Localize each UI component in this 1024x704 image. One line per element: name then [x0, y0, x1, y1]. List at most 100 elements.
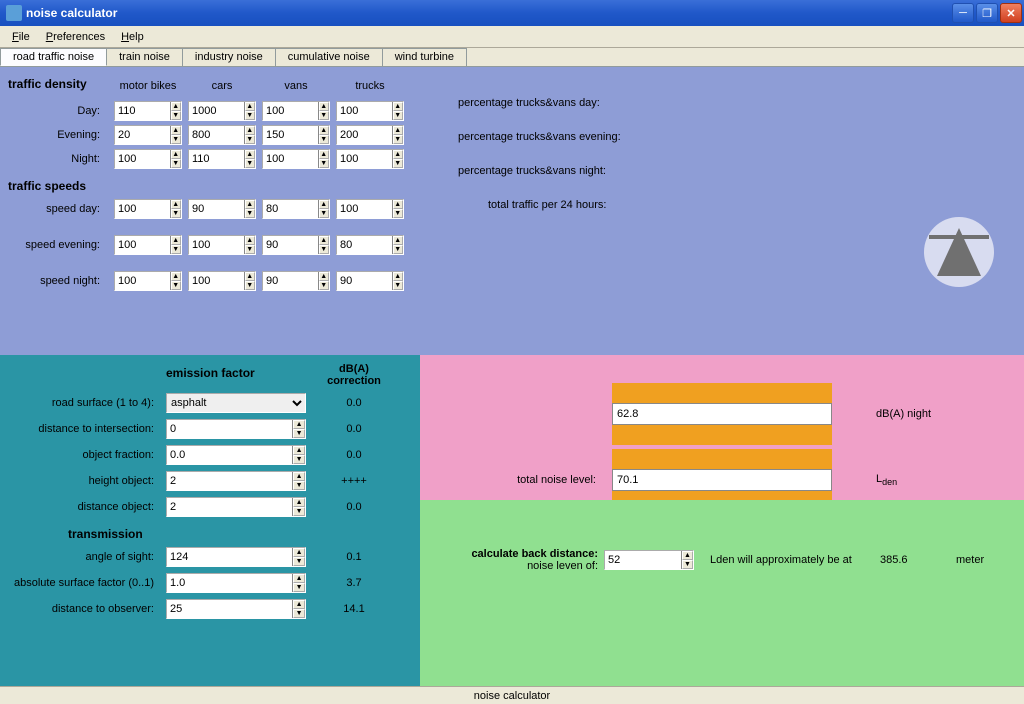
- spin-up-icon[interactable]: ▲: [293, 600, 305, 609]
- spin-down-icon[interactable]: ▼: [293, 429, 305, 438]
- speed-2-0-spinner[interactable]: ▲▼: [114, 271, 182, 291]
- spin-down-icon[interactable]: ▼: [293, 557, 305, 566]
- spin-down-icon[interactable]: ▼: [293, 583, 305, 592]
- density-0-2-input[interactable]: [263, 102, 318, 120]
- spin-down-icon[interactable]: ▼: [319, 111, 330, 120]
- spin-up-icon[interactable]: ▲: [245, 150, 256, 159]
- spin-up-icon[interactable]: ▲: [245, 272, 256, 281]
- trans-0-spinner[interactable]: ▲▼: [166, 547, 306, 567]
- spin-up-icon[interactable]: ▲: [245, 126, 256, 135]
- density-0-1-spinner[interactable]: ▲▼: [188, 101, 256, 121]
- spin-down-icon[interactable]: ▼: [393, 281, 404, 290]
- spin-up-icon[interactable]: ▲: [171, 102, 182, 111]
- spin-down-icon[interactable]: ▼: [171, 245, 182, 254]
- density-0-0-input[interactable]: [115, 102, 170, 120]
- speed-1-3-spinner[interactable]: ▲▼: [336, 235, 404, 255]
- spin-up-icon[interactable]: ▲: [319, 200, 330, 209]
- speed-0-2-input[interactable]: [263, 200, 318, 218]
- trans-1-input[interactable]: [167, 574, 292, 592]
- speed-2-2-input[interactable]: [263, 272, 318, 290]
- spin-down-icon[interactable]: ▼: [171, 135, 182, 144]
- spin-up-icon[interactable]: ▲: [293, 498, 305, 507]
- density-2-3-spinner[interactable]: ▲▼: [336, 149, 404, 169]
- spin-up-icon[interactable]: ▲: [393, 272, 404, 281]
- spin-down-icon[interactable]: ▼: [319, 135, 330, 144]
- spin-up-icon[interactable]: ▲: [171, 126, 182, 135]
- menu-file[interactable]: File: [4, 29, 38, 45]
- spin-up-icon[interactable]: ▲: [245, 200, 256, 209]
- spin-down-icon[interactable]: ▼: [393, 159, 404, 168]
- emission-2-input[interactable]: [167, 446, 292, 464]
- speed-2-1-input[interactable]: [189, 272, 244, 290]
- trans-2-spinner[interactable]: ▲▼: [166, 599, 306, 619]
- speed-0-1-input[interactable]: [189, 200, 244, 218]
- density-1-0-input[interactable]: [115, 126, 170, 144]
- spin-down-icon[interactable]: ▼: [171, 159, 182, 168]
- speed-0-2-spinner[interactable]: ▲▼: [262, 199, 330, 219]
- speed-0-0-spinner[interactable]: ▲▼: [114, 199, 182, 219]
- spin-down-icon[interactable]: ▼: [293, 455, 305, 464]
- density-2-0-spinner[interactable]: ▲▼: [114, 149, 182, 169]
- speed-1-1-spinner[interactable]: ▲▼: [188, 235, 256, 255]
- spin-down-icon[interactable]: ▼: [293, 507, 305, 516]
- emission-1-input[interactable]: [167, 420, 292, 438]
- minimize-button[interactable]: ─: [952, 3, 974, 23]
- density-1-0-spinner[interactable]: ▲▼: [114, 125, 182, 145]
- maximize-button[interactable]: ❐: [976, 3, 998, 23]
- speed-1-2-spinner[interactable]: ▲▼: [262, 235, 330, 255]
- spin-down-icon[interactable]: ▼: [293, 609, 305, 618]
- density-2-2-spinner[interactable]: ▲▼: [262, 149, 330, 169]
- density-2-2-input[interactable]: [263, 150, 318, 168]
- tab-wind-turbine[interactable]: wind turbine: [382, 48, 467, 66]
- spin-down-icon[interactable]: ▼: [393, 135, 404, 144]
- spin-down-icon[interactable]: ▼: [245, 209, 256, 218]
- spin-up-icon[interactable]: ▲: [171, 236, 182, 245]
- spin-up-icon[interactable]: ▲: [171, 200, 182, 209]
- spin-up-icon[interactable]: ▲: [319, 126, 330, 135]
- spin-up-icon[interactable]: ▲: [245, 236, 256, 245]
- spin-down-icon[interactable]: ▼: [245, 111, 256, 120]
- speed-2-3-spinner[interactable]: ▲▼: [336, 271, 404, 291]
- density-0-3-input[interactable]: [337, 102, 392, 120]
- speed-1-1-input[interactable]: [189, 236, 244, 254]
- speed-0-3-spinner[interactable]: ▲▼: [336, 199, 404, 219]
- density-1-3-input[interactable]: [337, 126, 392, 144]
- spin-up-icon[interactable]: ▲: [393, 200, 404, 209]
- emission-2-spinner[interactable]: ▲▼: [166, 445, 306, 465]
- spin-down-icon[interactable]: ▼: [393, 111, 404, 120]
- spin-down-icon[interactable]: ▼: [293, 481, 305, 490]
- speed-2-3-input[interactable]: [337, 272, 392, 290]
- speed-1-0-input[interactable]: [115, 236, 170, 254]
- spin-up-icon[interactable]: ▲: [293, 574, 305, 583]
- spin-down-icon[interactable]: ▼: [319, 209, 330, 218]
- spin-down-icon[interactable]: ▼: [319, 245, 330, 254]
- spin-down-icon[interactable]: ▼: [319, 281, 330, 290]
- speed-0-1-spinner[interactable]: ▲▼: [188, 199, 256, 219]
- density-1-2-spinner[interactable]: ▲▼: [262, 125, 330, 145]
- density-2-3-input[interactable]: [337, 150, 392, 168]
- spin-up-icon[interactable]: ▲: [319, 272, 330, 281]
- emission-3-input[interactable]: [167, 472, 292, 490]
- tab-road-traffic[interactable]: road traffic noise: [0, 48, 107, 66]
- menu-preferences[interactable]: Preferences: [38, 29, 113, 45]
- spin-up-icon[interactable]: ▲: [293, 420, 305, 429]
- calcback-input[interactable]: [605, 551, 681, 569]
- tab-train[interactable]: train noise: [106, 48, 183, 66]
- spin-down-icon[interactable]: ▼: [393, 245, 404, 254]
- spin-down-icon[interactable]: ▼: [319, 159, 330, 168]
- trans-2-input[interactable]: [167, 600, 292, 618]
- spin-up-icon[interactable]: ▲: [293, 472, 305, 481]
- speed-2-0-input[interactable]: [115, 272, 170, 290]
- density-0-2-spinner[interactable]: ▲▼: [262, 101, 330, 121]
- density-2-1-spinner[interactable]: ▲▼: [188, 149, 256, 169]
- tab-industry[interactable]: industry noise: [182, 48, 276, 66]
- spin-up-icon[interactable]: ▲: [393, 102, 404, 111]
- spin-down-icon[interactable]: ▼: [171, 111, 182, 120]
- density-2-0-input[interactable]: [115, 150, 170, 168]
- emission-4-input[interactable]: [167, 498, 292, 516]
- spin-up-icon[interactable]: ▲: [293, 548, 305, 557]
- spin-up-icon[interactable]: ▲: [393, 236, 404, 245]
- trans-1-spinner[interactable]: ▲▼: [166, 573, 306, 593]
- spin-down-icon[interactable]: ▼: [245, 159, 256, 168]
- speed-2-2-spinner[interactable]: ▲▼: [262, 271, 330, 291]
